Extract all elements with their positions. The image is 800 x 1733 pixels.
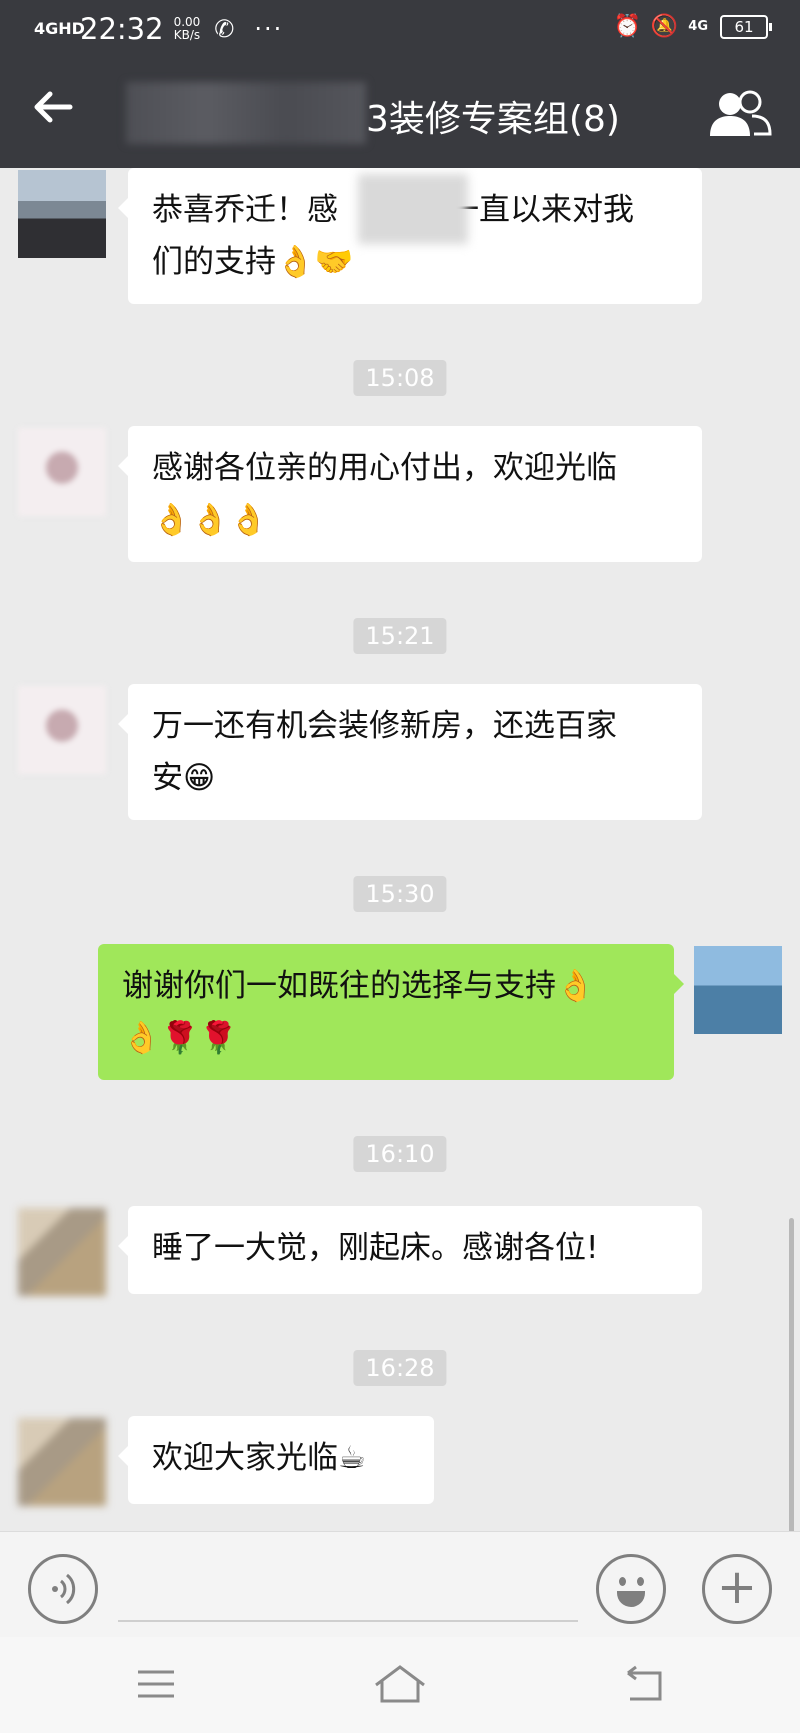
smiley-eye-right [637,1577,644,1586]
emoji: 😁 [183,760,216,796]
title-redaction [126,82,366,144]
timestamp: 16:10 [353,1136,447,1172]
status-bar: 4GHD 22:32 0.00 KB/s ✆ ··· ⏰ 🔕 4G 61 [0,0,800,62]
emoji: 👌👌👌 [152,502,268,538]
message-text: 恭喜乔迁！感 [152,192,338,228]
message-bubble[interactable]: 万一还有机会装修新房，还选百家 安😁 [118,684,702,820]
message-line: 安😁 [152,752,678,804]
message-text: 感谢各位亲的用心付出，欢迎光临 [152,450,617,486]
message-bubble[interactable]: 恭喜乔迁！感 一直以来对我 们的支持👌🤝 [118,168,702,304]
status-left: 4GHD 22:32 0.00 KB/s ✆ ··· [34,12,283,46]
emoji: ☕ [338,1440,366,1476]
message-text: 谢谢你们一如既往的选择与支持 [122,968,556,1004]
battery-icon: 61 [720,14,772,39]
nav-bar [0,1637,800,1733]
clock: 22:32 [80,12,164,46]
avatar[interactable] [18,1208,106,1296]
voice-svg [52,1573,76,1605]
message-line: 欢迎大家光临☕ [152,1432,410,1484]
menu-svg [138,1670,174,1698]
more-notifications: ··· [254,15,284,43]
message-text: 一直以来对我 [448,192,634,228]
home-icon[interactable] [370,1659,430,1709]
message-text: 们的支持 [152,244,276,280]
group-svg [710,90,772,136]
smiley-eye-left [619,1577,626,1586]
message-input[interactable] [118,1620,578,1622]
emoji: 👌🌹🌹 [122,1020,238,1056]
call-icon: ✆ [214,15,235,43]
group-icon[interactable] [708,86,772,142]
scrollbar[interactable] [789,1218,794,1531]
message-bubble[interactable]: 感谢各位亲的用心付出，欢迎光临 👌👌👌 [118,426,702,562]
chat-title: 3装修专案组(8) [366,99,620,140]
timestamp: 15:08 [353,360,447,396]
input-bar: + [0,1531,800,1637]
network-type: 4G [688,19,708,34]
network-speed: 0.00 KB/s [174,16,201,42]
message-redaction [358,174,468,244]
message-text: 欢迎大家光临 [152,1440,338,1476]
smiley-mouth [617,1591,645,1607]
signal-icon: 4GHD [34,19,85,38]
message-text: 安 [152,760,183,796]
arrow-left-svg [34,91,73,123]
message-bubble-own[interactable]: 谢谢你们一如既往的选择与支持👌 👌🌹🌹 [98,944,684,1080]
plus-icon[interactable]: + [702,1554,772,1624]
chat-area[interactable]: 恭喜乔迁！感 一直以来对我 们的支持👌🤝 15:08 感谢各位亲的用心付出，欢迎光… [0,168,800,1531]
alarm-icon: ⏰ [613,14,641,39]
message-bubble[interactable]: 欢迎大家光临☕ [118,1416,434,1504]
home-svg [375,1665,425,1703]
arrow-left-icon[interactable] [30,84,86,140]
timestamp: 16:28 [353,1350,447,1386]
emoji: 👌 [556,968,595,1004]
back-icon[interactable] [614,1659,674,1709]
menu-icon[interactable] [126,1659,186,1709]
avatar[interactable] [694,946,782,1034]
network-speed-unit: KB/s [173,28,201,42]
timestamp: 15:30 [353,876,447,912]
smiley-icon[interactable] [596,1554,666,1624]
message-text: 万一还有机会装修新房，还选百家 [152,708,617,744]
avatar[interactable] [18,1418,106,1506]
avatar[interactable] [18,686,106,774]
voice-icon[interactable] [28,1554,98,1624]
back-svg [627,1665,662,1701]
avatar[interactable] [18,428,106,516]
status-right: ⏰ 🔕 4G 61 [613,14,772,39]
message-text: 睡了一大觉，刚起床。感谢各位! [152,1230,599,1266]
message-bubble[interactable]: 睡了一大觉，刚起床。感谢各位! [118,1206,702,1294]
avatar[interactable] [18,170,106,258]
mute-icon: 🔕 [650,14,679,39]
emoji: 👌🤝 [276,244,354,280]
timestamp: 15:21 [353,618,447,654]
title-bar: 3装修专案组(8) [0,62,800,168]
message-line: 谢谢你们一如既往的选择与支持👌 [122,960,650,1012]
